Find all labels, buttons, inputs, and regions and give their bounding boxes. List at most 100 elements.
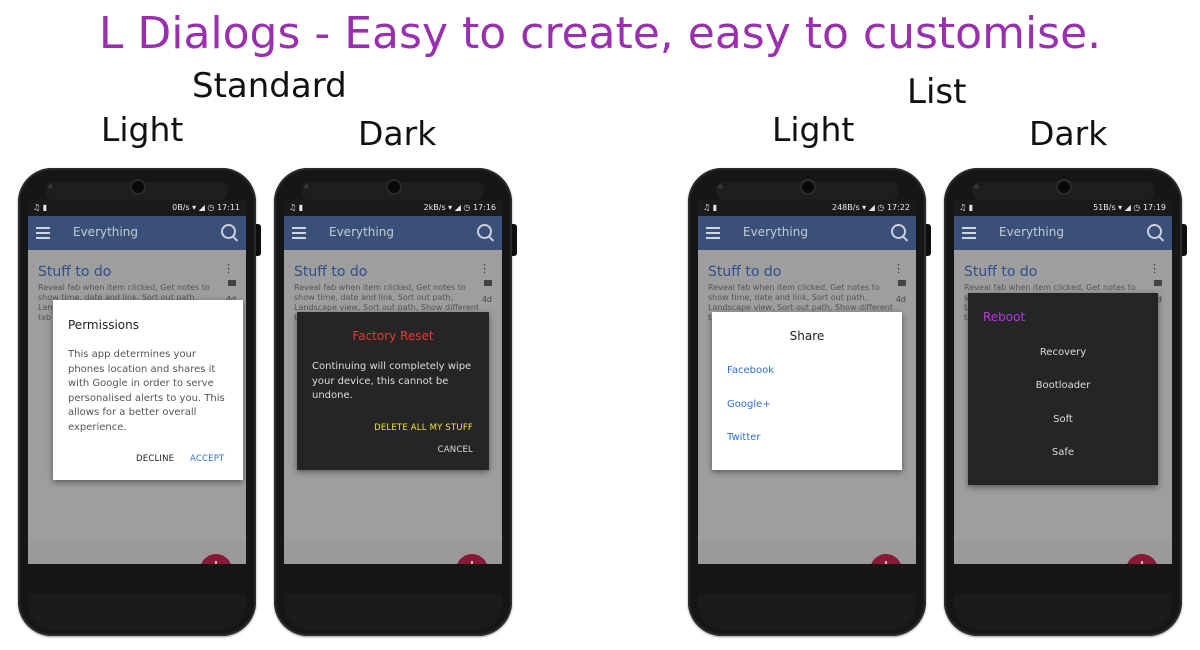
phone-standard-dark: ♫ ▮ 2kB/s ▾ ◢ ◷ 17:16 Everything Stuff t… [274,168,517,636]
menu-icon[interactable] [36,227,50,239]
app-bar-title: Everything [329,225,394,239]
add-fab[interactable]: + [456,554,488,564]
accept-button[interactable]: ACCEPT [190,454,224,464]
screen: ♫ ▮ 51B/s ▾ ◢ ◷ 17:19 Everything Stuff t… [954,200,1172,564]
delete-all-button[interactable]: DELETE ALL MY STUFF [374,423,473,433]
reboot-dialog: Reboot Recovery Bootloader Soft Safe [968,293,1158,485]
search-icon[interactable] [221,224,236,239]
status-bar: ♫ ▮ 51B/s ▾ ◢ ◷ 17:19 [954,200,1172,216]
factory-reset-dialog: Factory Reset Continuing will completely… [297,312,489,470]
permissions-dialog: Permissions This app determines your pho… [53,300,243,480]
front-camera [1056,179,1072,195]
status-bar: ♫ ▮ 248B/s ▾ ◢ ◷ 17:22 [698,200,916,216]
phone-chin [284,594,502,630]
status-right: 0B/s ▾ ◢ ◷ 17:11 [172,203,240,212]
menu-icon[interactable] [706,227,720,239]
dialog-title: Share [789,329,825,343]
reboot-item-recovery[interactable]: Recovery [968,347,1158,358]
reboot-item-safe[interactable]: Safe [968,447,1158,458]
page-title: L Dialogs - Easy to create, easy to cust… [98,8,1102,59]
folder-icon [1154,280,1162,286]
front-camera [130,179,146,195]
variant-light-label: Light [772,110,855,149]
app-bar-title: Everything [73,225,138,239]
overflow-icon[interactable]: ⋮ [893,262,904,275]
variant-light-label: Light [101,110,184,149]
headphones-icon: ♫ ▮ [33,203,48,212]
dialog-title: Permissions [68,318,139,332]
headphones-icon: ♫ ▮ [703,203,718,212]
side-button [512,224,517,256]
status-time: 17:16 [472,203,496,212]
section-list-label: List [907,72,967,112]
reboot-item-soft[interactable]: Soft [968,414,1158,425]
sensor-dot [974,184,979,189]
search-icon[interactable] [1147,224,1162,239]
screen: ♫ ▮ 2kB/s ▾ ◢ ◷ 17:16 Everything Stuff t… [284,200,502,564]
add-fab[interactable]: + [200,554,232,564]
headphones-icon: ♫ ▮ [289,203,304,212]
reboot-item-bootloader[interactable]: Bootloader [968,380,1158,391]
sensor-dot [48,184,53,189]
phone-chin [954,594,1172,630]
menu-icon[interactable] [962,227,976,239]
screen: ♫ ▮ 248B/s ▾ ◢ ◷ 17:22 Everything Stuff … [698,200,916,564]
phone-chin [28,594,246,630]
status-time: 17:11 [216,203,240,212]
menu-icon[interactable] [292,227,306,239]
app-bar: Everything [28,216,246,250]
dialog-title: Reboot [983,310,1026,324]
status-right: 248B/s ▾ ◢ ◷ 17:22 [831,203,910,212]
share-item-googleplus[interactable]: Google+ [727,399,771,410]
card-title: Stuff to do [708,264,782,280]
card-meta: 4d [895,295,906,304]
search-icon[interactable] [891,224,906,239]
card-title: Stuff to do [38,264,112,280]
dialog-title: Factory Reset [352,329,434,343]
share-item-facebook[interactable]: Facebook [727,365,774,376]
section-standard-label: Standard [192,66,347,106]
status-bar: ♫ ▮ 0B/s ▾ ◢ ◷ 17:11 [28,200,246,216]
sensor-dot [304,184,309,189]
card-title: Stuff to do [294,264,368,280]
status-time: 17:22 [886,203,910,212]
status-time: 17:19 [1142,203,1166,212]
app-bar: Everything [698,216,916,250]
cancel-button[interactable]: CANCEL [438,445,473,455]
dialog-body: Continuing will completely wipe your dev… [312,361,472,401]
front-camera [800,179,816,195]
decline-button[interactable]: DECLINE [136,454,174,464]
add-fab[interactable]: + [870,554,902,564]
overflow-icon[interactable]: ⋮ [223,262,234,275]
front-camera [386,179,402,195]
overflow-icon[interactable]: ⋮ [1149,262,1160,275]
add-fab[interactable]: + [1126,554,1158,564]
sensor-dot [718,184,723,189]
folder-icon [228,280,236,286]
search-icon[interactable] [477,224,492,239]
share-item-twitter[interactable]: Twitter [727,432,761,443]
card-title: Stuff to do [964,264,1038,280]
variant-dark-label: Dark [358,114,437,153]
side-button [1182,224,1187,256]
overflow-icon[interactable]: ⋮ [479,262,490,275]
side-button [926,224,931,256]
status-bar: ♫ ▮ 2kB/s ▾ ◢ ◷ 17:16 [284,200,502,216]
phone-list-light: ♫ ▮ 248B/s ▾ ◢ ◷ 17:22 Everything Stuff … [688,168,931,636]
screen: ♫ ▮ 0B/s ▾ ◢ ◷ 17:11 Everything Stuff to… [28,200,246,564]
app-bar-title: Everything [999,225,1064,239]
dialog-body: This app determines your phones location… [68,349,225,433]
folder-icon [898,280,906,286]
app-bar-title: Everything [743,225,808,239]
variant-dark-label: Dark [1029,114,1108,153]
headphones-icon: ♫ ▮ [959,203,974,212]
status-right: 2kB/s ▾ ◢ ◷ 17:16 [423,203,496,212]
phone-standard-light: ♫ ▮ 0B/s ▾ ◢ ◷ 17:11 Everything Stuff to… [18,168,261,636]
app-bar: Everything [954,216,1172,250]
phone-list-dark: ♫ ▮ 51B/s ▾ ◢ ◷ 17:19 Everything Stuff t… [944,168,1187,636]
share-dialog: Share Facebook Google+ Twitter [712,312,902,470]
card-meta: 4d [481,295,492,304]
side-button [256,224,261,256]
folder-icon [484,280,492,286]
app-bar: Everything [284,216,502,250]
